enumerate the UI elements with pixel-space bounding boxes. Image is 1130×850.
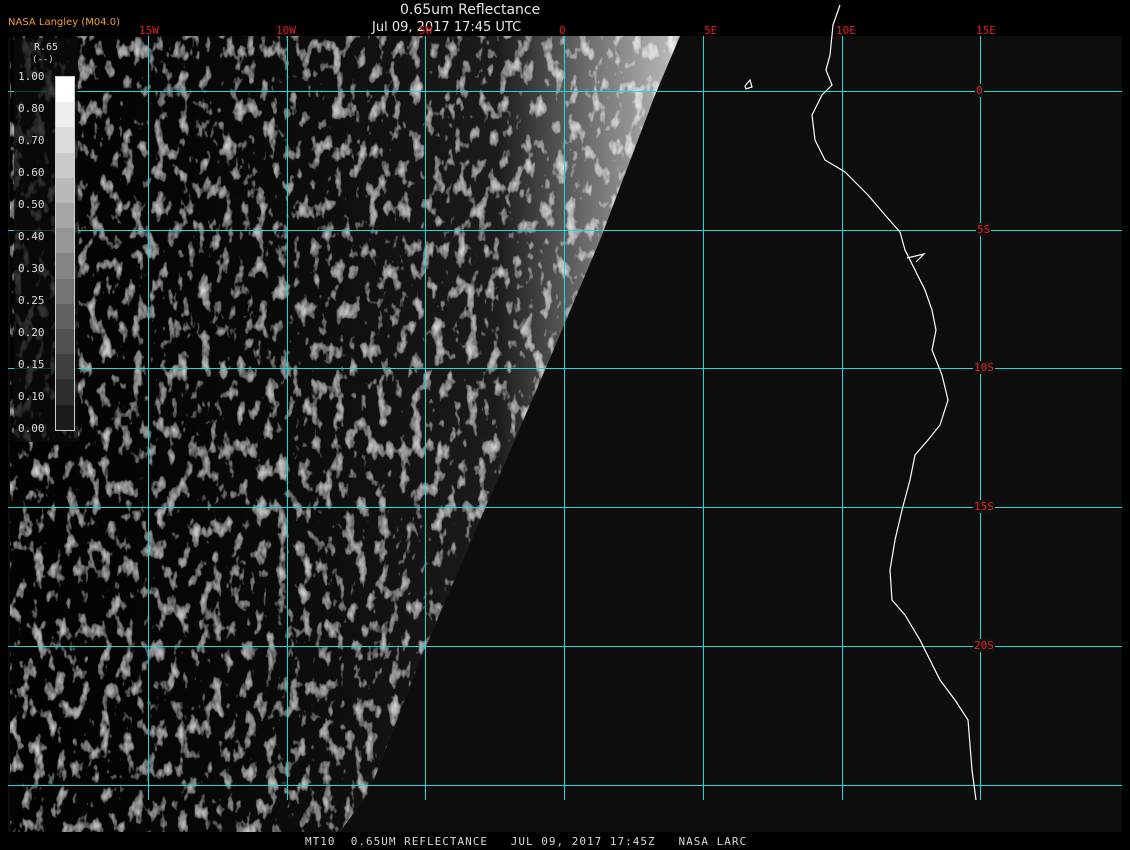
legend-color-step <box>56 77 74 103</box>
legend-color-step <box>56 228 74 254</box>
lat-label-15s: 15S <box>973 500 995 513</box>
image-timestamp: Jul 09, 2017 17:45 UTC <box>372 20 522 35</box>
legend-color-step <box>56 203 74 229</box>
legend-tick: 0.80 <box>18 102 45 115</box>
legend-color-step <box>56 379 74 405</box>
legend-color-step <box>56 404 74 430</box>
lat-label-10s: 10S <box>973 361 995 374</box>
legend-color-step <box>56 303 74 330</box>
legend-color-step <box>56 354 74 380</box>
legend-color-step <box>56 102 74 128</box>
legend-tick: 0.20 <box>18 326 45 339</box>
lon-label-15w: 15W <box>139 24 159 37</box>
legend-color-step <box>56 177 74 204</box>
legend-tick: 0.70 <box>18 134 45 147</box>
lon-label-5w: 5W <box>419 24 433 37</box>
organization-label: NASA Langley (M04.0) <box>8 17 120 28</box>
legend-color-step <box>56 127 74 153</box>
lat-label-5s: 5S <box>976 223 992 236</box>
image-title: 0.65um Reflectance <box>400 2 541 18</box>
legend-color-step <box>56 329 74 355</box>
lon-label-10e: 10E <box>836 24 856 37</box>
legend-color-step <box>56 278 74 304</box>
legend-tick: 0.40 <box>18 230 45 243</box>
legend-color-step <box>56 253 74 279</box>
legend-unit: (--) <box>32 55 54 65</box>
footer-caption: MT10 0.65UM REFLECTANCE JUL 09, 2017 17:… <box>305 835 748 848</box>
legend-tick: 0.50 <box>18 198 45 211</box>
legend-tick: 0.10 <box>18 390 45 403</box>
legend-tick: 0.30 <box>18 262 45 275</box>
legend-tick: 0.00 <box>18 422 45 435</box>
lon-label-10w: 10W <box>276 24 296 37</box>
legend-tick: 0.60 <box>18 166 45 179</box>
color-legend: R.65 (--) 1.00 0.80 0.70 0.60 0.50 0.40 … <box>14 38 78 442</box>
legend-title: R.65 <box>34 42 59 53</box>
satellite-map[interactable] <box>0 0 1130 850</box>
lon-label-0: 0 <box>559 24 566 37</box>
legend-color-step <box>56 152 74 178</box>
lat-label-0: 0 <box>975 84 984 97</box>
lat-label-20s: 20S <box>973 639 995 652</box>
legend-tick: 0.25 <box>18 294 45 307</box>
legend-color-bar <box>55 76 75 431</box>
lon-label-5e: 5E <box>704 24 718 37</box>
legend-tick: 1.00 <box>18 70 45 83</box>
legend-tick: 0.15 <box>18 358 45 371</box>
lon-label-15e: 15E <box>976 24 996 37</box>
